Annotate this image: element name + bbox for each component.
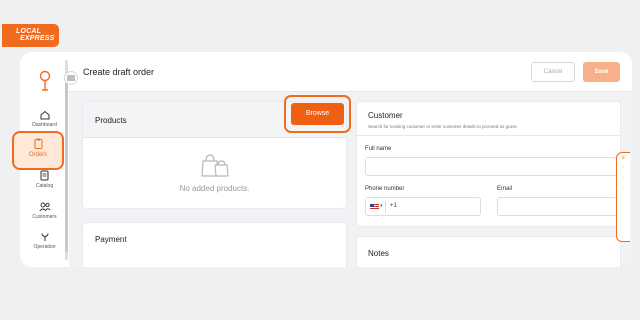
payment-card: Payment	[82, 222, 347, 267]
email-field[interactable]	[497, 197, 617, 216]
email-label: Email	[497, 186, 513, 192]
page-title: Create draft order	[83, 67, 155, 77]
wrench-icon	[41, 233, 48, 241]
save-button[interactable]: Save	[583, 62, 620, 82]
brand-logo: LOCAL EXPRESS	[2, 24, 59, 47]
sidebar-item-orders[interactable]: Orders	[12, 131, 64, 170]
home-icon	[40, 110, 49, 120]
empty-products-text: No added products.	[179, 184, 250, 193]
full-name-field[interactable]	[365, 157, 617, 176]
sidebar-scroll-thumb[interactable]	[65, 82, 68, 252]
side-tab-icon: ·	[622, 185, 625, 191]
brand-line2: EXPRESS	[20, 35, 55, 42]
clipboard-icon	[34, 138, 42, 149]
divider	[357, 135, 620, 136]
sliders-icon	[67, 75, 75, 81]
sidebar-item-label: Catalog	[35, 183, 54, 189]
products-title: Products	[95, 116, 127, 125]
phone-country-code: +1	[390, 203, 397, 209]
top-bar: Create draft order Cancel Save	[64, 52, 632, 92]
sidebar-item-label: Orders	[28, 152, 48, 158]
chevron-down-icon[interactable]: ▾	[380, 203, 383, 209]
collapse-sidebar-button[interactable]	[64, 71, 78, 85]
side-panel-tab[interactable]: ≡ · · ·	[616, 152, 630, 242]
browse-button[interactable]: Browse	[291, 103, 344, 125]
sidebar-item-label: Customers	[32, 214, 57, 220]
main-content: Create draft order Cancel Save Products …	[64, 52, 632, 267]
side-tab-icon: ≡	[622, 155, 625, 161]
side-tab-icon: ·	[622, 175, 625, 181]
notes-card: Notes	[356, 236, 621, 267]
payment-title: Payment	[95, 235, 127, 244]
document-icon	[40, 170, 49, 181]
sidebar-item-operation[interactable]: Operation	[20, 232, 69, 250]
customer-card: Customer Search for existing customer or…	[356, 101, 621, 227]
sidebar-item-customers[interactable]: Customers	[20, 202, 69, 220]
users-icon	[38, 202, 51, 212]
notes-title: Notes	[368, 249, 389, 258]
customer-title: Customer	[368, 111, 403, 120]
divider	[385, 201, 386, 213]
brand-line1: LOCAL	[16, 28, 42, 35]
sidebar-item-dashboard[interactable]: Dashboard	[20, 110, 69, 128]
cancel-button[interactable]: Cancel	[531, 62, 575, 82]
phone-field[interactable]: ▾ +1	[365, 197, 481, 216]
shopping-bags-icon	[201, 154, 229, 177]
side-tab-icon: ·	[622, 165, 625, 171]
us-flag-icon[interactable]	[370, 204, 379, 210]
app-window: Dashboard Catalog Customers Operation Cr…	[20, 52, 632, 267]
customer-subtitle: Search for existing customer or enter cu…	[368, 124, 517, 129]
full-name-label: Full name	[365, 146, 392, 152]
phone-label: Phone number	[365, 186, 405, 192]
sidebar-item-label: Dashboard	[32, 122, 57, 128]
sidebar-item-label: Operation	[33, 244, 56, 250]
brand-pin-icon[interactable]	[38, 70, 52, 92]
sidebar-item-catalog[interactable]: Catalog	[20, 170, 69, 189]
